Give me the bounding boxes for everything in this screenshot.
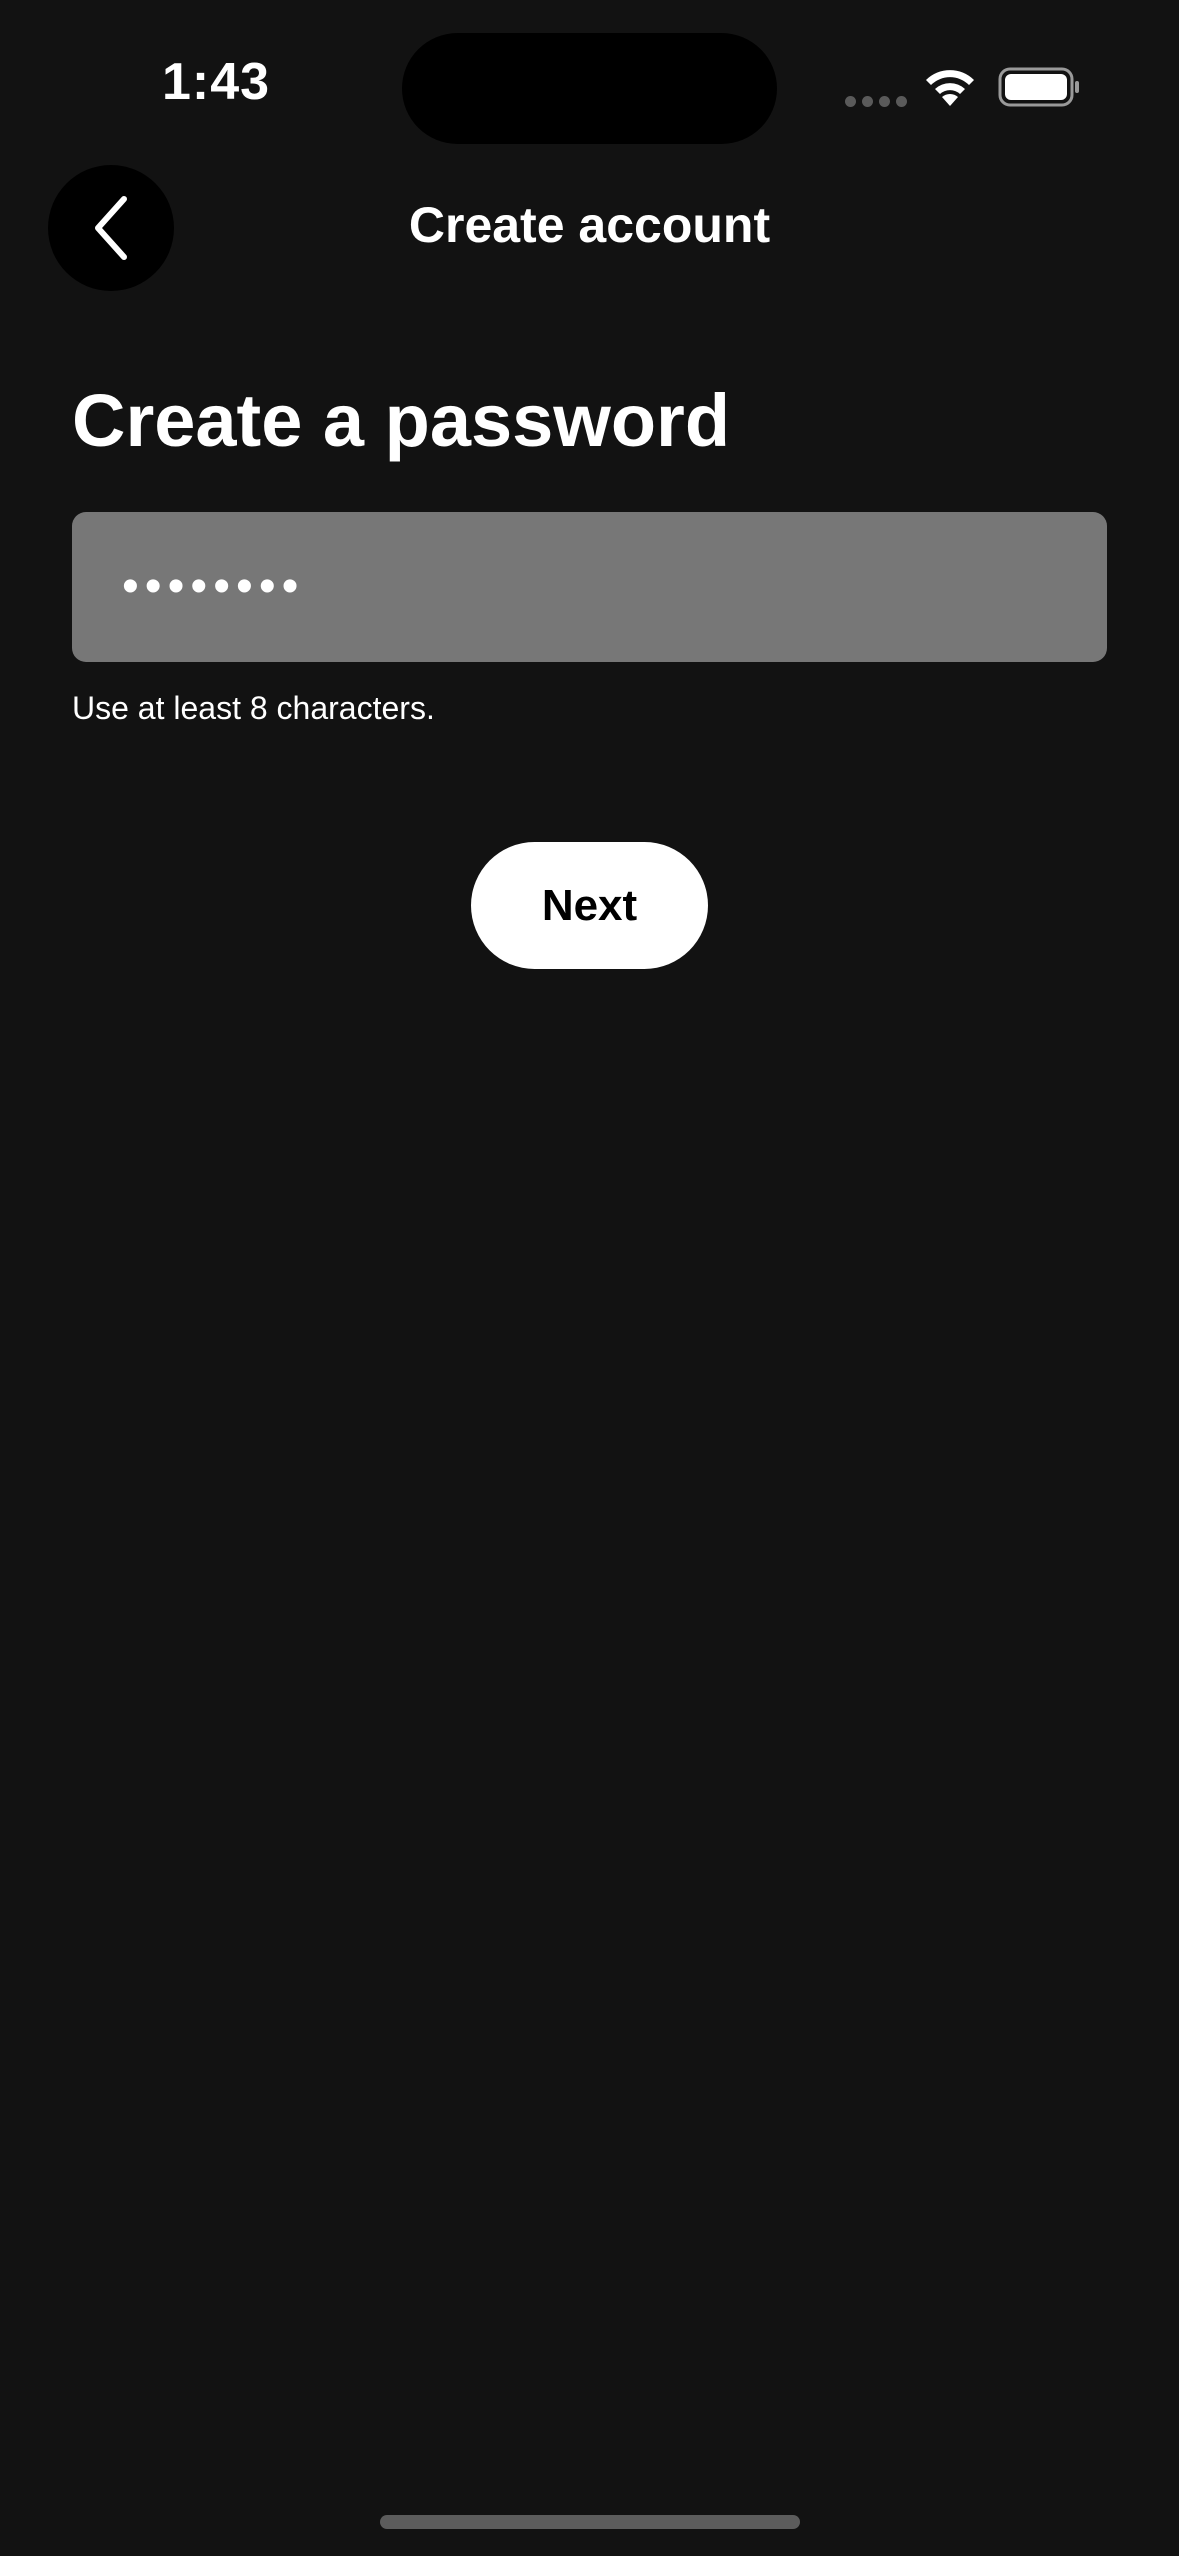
battery-icon (998, 67, 1079, 107)
home-indicator (380, 2515, 800, 2529)
password-value: •••••••• (122, 560, 305, 613)
status-time: 1:43 (162, 53, 271, 111)
cellular-signal-icon (845, 96, 907, 107)
nav-title: Create account (408, 197, 771, 253)
status-bar: 1:43 (0, 0, 1179, 170)
wifi-icon (926, 70, 974, 106)
password-field[interactable]: •••••••• (72, 512, 1107, 662)
page-heading: Create a password (72, 379, 731, 462)
password-hint: Use at least 8 characters. (72, 690, 435, 726)
dynamic-island (402, 33, 777, 144)
nav-bar: Create account (0, 160, 1179, 300)
next-button[interactable]: Next (471, 842, 708, 969)
